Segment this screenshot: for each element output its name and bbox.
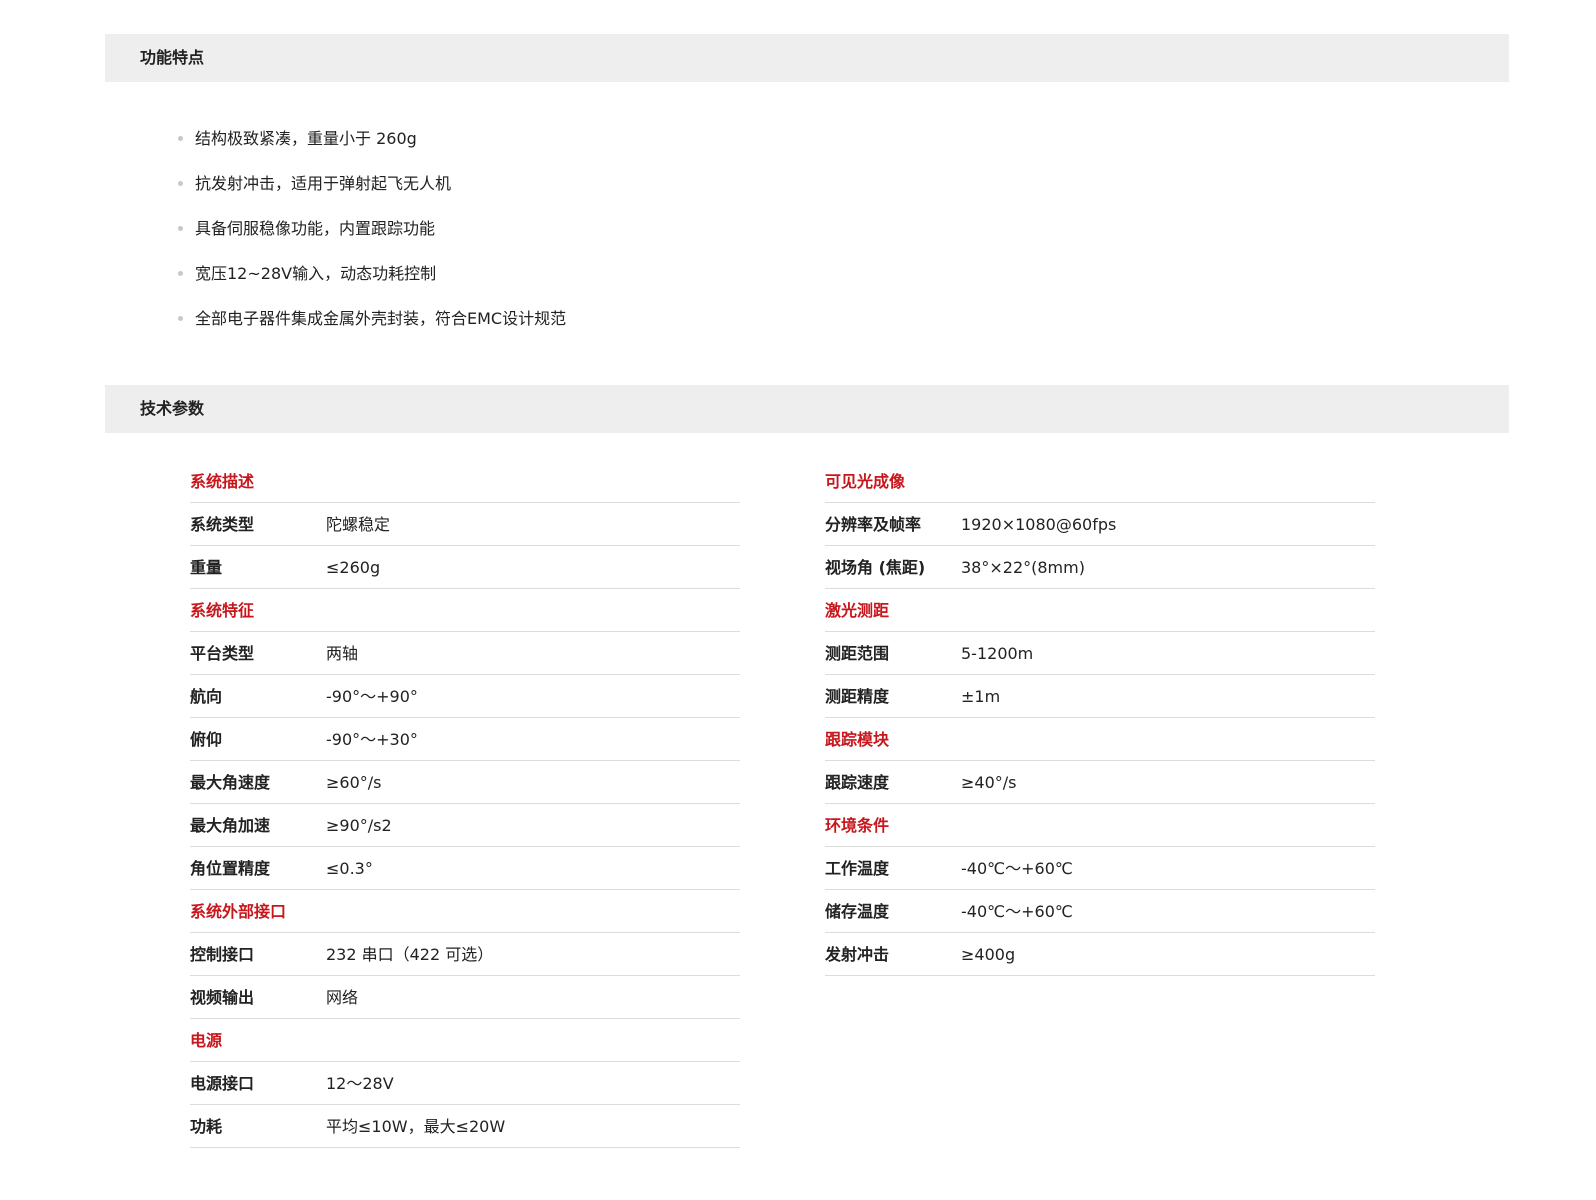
params-title: 技术参数: [140, 399, 205, 418]
spec-row: 测距范围 5-1200m: [825, 632, 1375, 675]
feature-text: 具备伺服稳像功能，内置跟踪功能: [195, 219, 436, 238]
spec-row: 平台类型 两轴: [190, 632, 740, 675]
spec-label: 视频输出: [190, 988, 255, 1007]
features-header: 功能特点: [105, 34, 1509, 82]
spec-group-row: 系统特征: [190, 589, 740, 632]
spec-label: 功耗: [190, 1117, 223, 1136]
bullet-dot-icon: [178, 181, 183, 186]
spec-row: 视频输出 网络: [190, 976, 740, 1019]
spec-row: 功耗 平均≤10W，最大≤20W: [190, 1105, 740, 1148]
feature-text: 抗发射冲击，适用于弹射起飞无人机: [195, 174, 452, 193]
spec-value: ≥60°/s: [326, 773, 382, 792]
spec-value: ≥40°/s: [961, 773, 1017, 792]
feature-text: 宽压12~28V输入，动态功耗控制: [195, 264, 437, 283]
feature-text: 结构极致紧凑，重量小于 260g: [195, 129, 417, 148]
feature-text: 全部电子器件集成金属外壳封装，符合EMC设计规范: [195, 309, 567, 328]
spec-row: 控制接口 232 串口（422 可选）: [190, 933, 740, 976]
spec-label: 控制接口: [190, 945, 255, 964]
spec-row: 工作温度 -40℃～+60℃: [825, 847, 1375, 890]
feature-item: 结构极致紧凑，重量小于 260g: [178, 116, 566, 161]
spec-value: 38°×22°(8mm): [961, 558, 1085, 577]
spec-label: 俯仰: [190, 730, 223, 749]
spec-label: 测距精度: [825, 687, 890, 706]
spec-label: 储存温度: [825, 902, 890, 921]
spec-label: 视场角 (焦距): [825, 558, 926, 577]
spec-row: 航向 -90°～+90°: [190, 675, 740, 718]
spec-row: 测距精度 ±1m: [825, 675, 1375, 718]
spec-value: 5-1200m: [961, 644, 1034, 663]
spec-value: ≤260g: [326, 558, 381, 577]
feature-list: 结构极致紧凑，重量小于 260g 抗发射冲击，适用于弹射起飞无人机 具备伺服稳像…: [178, 116, 566, 341]
spec-value: 陀螺稳定: [326, 515, 391, 534]
spec-group-row: 环境条件: [825, 804, 1375, 847]
spec-value: 两轴: [326, 644, 359, 663]
spec-label: 测距范围: [825, 644, 890, 663]
bullet-dot-icon: [178, 316, 183, 321]
spec-group-label: 激光测距: [825, 601, 890, 620]
spec-value: -40℃～+60℃: [961, 859, 1073, 878]
spec-value: 12～28V: [326, 1074, 394, 1093]
spec-group-row: 电源: [190, 1019, 740, 1062]
spec-value: -40℃～+60℃: [961, 902, 1073, 921]
spec-group-label: 系统特征: [190, 601, 255, 620]
spec-group-label: 跟踪模块: [825, 730, 890, 749]
bullet-dot-icon: [178, 271, 183, 276]
spec-label: 系统类型: [190, 515, 255, 534]
spec-group-label: 系统外部接口: [190, 902, 287, 921]
spec-value: -90°～+30°: [326, 730, 418, 749]
spec-group-label: 电源: [190, 1031, 223, 1050]
spec-row: 最大角速度 ≥60°/s: [190, 761, 740, 804]
spec-row: 储存温度 -40℃～+60℃: [825, 890, 1375, 933]
spec-group-row: 系统描述: [190, 460, 740, 503]
spec-value: 网络: [326, 988, 359, 1007]
spec-value: ≥90°/s2: [326, 816, 392, 835]
spec-value: -90°～+90°: [326, 687, 418, 706]
feature-item: 抗发射冲击，适用于弹射起飞无人机: [178, 161, 566, 206]
features-title: 功能特点: [140, 48, 205, 67]
spec-label: 角位置精度: [190, 859, 271, 878]
spec-group-row: 可见光成像: [825, 460, 1375, 503]
spec-row: 电源接口 12～28V: [190, 1062, 740, 1105]
feature-item: 全部电子器件集成金属外壳封装，符合EMC设计规范: [178, 296, 566, 341]
spec-label: 最大角速度: [190, 773, 271, 792]
spec-row: 系统类型 陀螺稳定: [190, 503, 740, 546]
spec-group-row: 跟踪模块: [825, 718, 1375, 761]
spec-value: 1920×1080@60fps: [961, 515, 1117, 534]
feature-item: 宽压12~28V输入，动态功耗控制: [178, 251, 566, 296]
spec-value: ≥400g: [961, 945, 1016, 964]
spec-table-left: 系统描述系统类型 陀螺稳定重量 ≤260g 系统特征平台类型 两轴航向 -90°～+90°…: [190, 460, 740, 1148]
spec-label: 电源接口: [190, 1074, 255, 1093]
spec-group-label: 可见光成像: [825, 472, 906, 491]
spec-value: ≤0.3°: [326, 859, 373, 878]
bullet-dot-icon: [178, 136, 183, 141]
spec-row: 角位置精度 ≤0.3°: [190, 847, 740, 890]
spec-row: 俯仰 -90°～+30°: [190, 718, 740, 761]
spec-row: 跟踪速度 ≥40°/s: [825, 761, 1375, 804]
spec-row: 视场角 (焦距) 38°×22°(8mm): [825, 546, 1375, 589]
spec-label: 航向: [190, 687, 223, 706]
spec-group-row: 系统外部接口: [190, 890, 740, 933]
spec-label: 分辨率及帧率: [825, 515, 922, 534]
spec-label: 发射冲击: [825, 945, 890, 964]
spec-row: 最大角加速 ≥90°/s2: [190, 804, 740, 847]
spec-group-label: 系统描述: [190, 472, 255, 491]
spec-value: ±1m: [961, 687, 1001, 706]
spec-value: 平均≤10W，最大≤20W: [326, 1117, 506, 1136]
spec-label: 跟踪速度: [825, 773, 890, 792]
spec-group-row: 激光测距: [825, 589, 1375, 632]
spec-label: 重量: [190, 558, 223, 577]
feature-item: 具备伺服稳像功能，内置跟踪功能: [178, 206, 566, 251]
spec-label: 最大角加速: [190, 816, 271, 835]
spec-table-right: 可见光成像分辨率及帧率 1920×1080@60fps 视场角 (焦距) 38°×22…: [825, 460, 1375, 976]
params-header: 技术参数: [105, 385, 1509, 433]
spec-row: 重量 ≤260g: [190, 546, 740, 589]
spec-label: 平台类型: [190, 644, 255, 663]
spec-row: 分辨率及帧率 1920×1080@60fps: [825, 503, 1375, 546]
spec-label: 工作温度: [825, 859, 890, 878]
bullet-dot-icon: [178, 226, 183, 231]
spec-row: 发射冲击 ≥400g: [825, 933, 1375, 976]
spec-group-label: 环境条件: [825, 816, 890, 835]
spec-value: 232 串口（422 可选）: [326, 945, 494, 964]
